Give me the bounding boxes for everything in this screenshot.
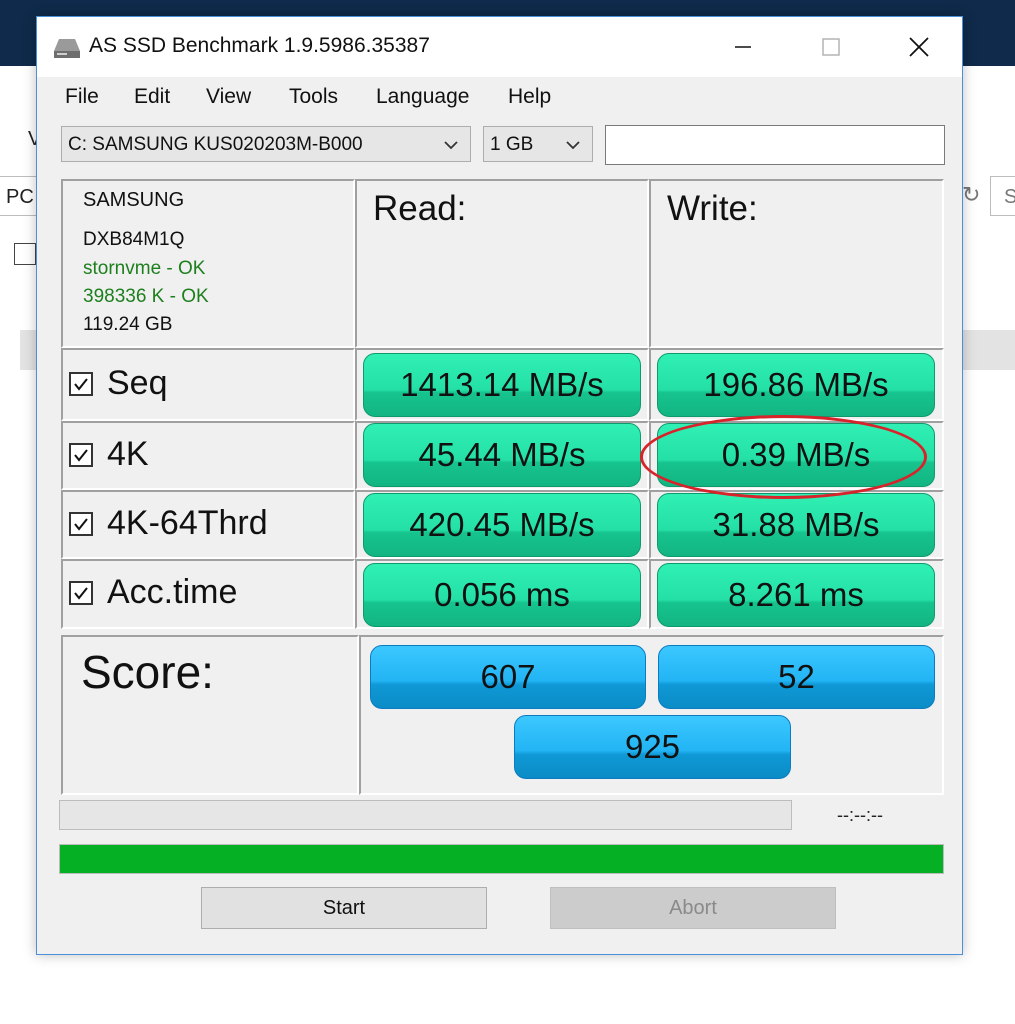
- acctime-write-result: 8.261 ms: [657, 563, 935, 627]
- alignment-status: 398336 K - OK: [83, 286, 209, 307]
- seq-read-result: 1413.14 MB/s: [363, 353, 641, 417]
- write-header-cell: Write:: [649, 179, 944, 348]
- read-header-cell: Read:: [355, 179, 649, 348]
- checkbox[interactable]: [69, 580, 93, 605]
- drive-icon: [54, 39, 80, 58]
- read-column-header: Read:: [373, 189, 467, 228]
- driver-status: stornvme - OK: [83, 258, 206, 279]
- close-icon: [909, 37, 929, 57]
- checkmark-icon: [74, 377, 88, 391]
- maximize-button[interactable]: [787, 17, 875, 77]
- menu-edit[interactable]: Edit: [134, 85, 170, 109]
- checkbox[interactable]: [69, 371, 93, 396]
- close-button[interactable]: [875, 17, 963, 77]
- 4k64-read-result: 420.45 MB/s: [363, 493, 641, 557]
- checkbox[interactable]: [69, 442, 93, 467]
- drive-select[interactable]: C: SAMSUNG KUS020203M-B000: [61, 126, 471, 162]
- results-grid: SAMSUNG DXB84M1Q stornvme - OK 398336 K …: [61, 179, 944, 795]
- score-label-cell: Score:: [61, 635, 359, 795]
- menu-bar: File Edit View Tools Language Help: [37, 77, 962, 121]
- size-select-value: 1 GB: [490, 134, 534, 155]
- size-select[interactable]: 1 GB: [483, 126, 593, 162]
- read-score: 607: [370, 645, 646, 709]
- row-4k-label-cell: 4K: [61, 421, 355, 490]
- chevron-down-icon: [566, 141, 580, 150]
- checkbox[interactable]: [69, 511, 93, 536]
- total-score: 925: [514, 715, 791, 779]
- checkmark-icon: [74, 517, 88, 531]
- elapsed-time: --:--:--: [837, 805, 883, 825]
- overall-progress-fill: [60, 845, 943, 873]
- row-4k64-label-cell: 4K-64Thrd: [61, 490, 355, 559]
- 4k64-write-result: 31.88 MB/s: [657, 493, 935, 557]
- row-seq-label-cell: Seq: [61, 348, 355, 421]
- background-text-pc: PC: [6, 186, 34, 208]
- seq-checkbox[interactable]: Seq: [69, 364, 168, 403]
- title-bar[interactable]: AS SSD Benchmark 1.9.5986.35387: [37, 17, 962, 77]
- row-label: 4K: [107, 435, 149, 473]
- maximize-icon: [822, 38, 840, 56]
- menu-language[interactable]: Language: [376, 85, 469, 109]
- background-row-left: [20, 330, 36, 370]
- text-input[interactable]: [605, 125, 945, 165]
- background-refresh-icon: ↻: [962, 182, 981, 207]
- acctime-read-result: 0.056 ms: [363, 563, 641, 627]
- abort-button[interactable]: Abort: [550, 887, 836, 929]
- menu-file[interactable]: File: [65, 85, 99, 109]
- drive-vendor: SAMSUNG: [83, 189, 185, 211]
- 4k-checkbox[interactable]: 4K: [69, 435, 149, 474]
- as-ssd-window: AS SSD Benchmark 1.9.5986.35387 File Edi…: [36, 16, 963, 955]
- start-button[interactable]: Start: [201, 887, 487, 929]
- drive-firmware: DXB84M1Q: [83, 229, 185, 250]
- acc-time-checkbox[interactable]: Acc.time: [69, 573, 237, 612]
- overall-progress-bar: [59, 844, 944, 874]
- row-acctime-label-cell: Acc.time: [61, 559, 355, 629]
- write-score: 52: [658, 645, 935, 709]
- background-checkbox: [14, 243, 36, 265]
- checkmark-icon: [74, 448, 88, 462]
- 4k-64thrd-checkbox[interactable]: 4K-64Thrd: [69, 504, 268, 543]
- 4k-write-result: 0.39 MB/s: [657, 423, 935, 487]
- drive-info-panel: SAMSUNG DXB84M1Q stornvme - OK 398336 K …: [61, 179, 355, 348]
- minimize-button[interactable]: [699, 17, 787, 77]
- window-title: AS SSD Benchmark 1.9.5986.35387: [89, 34, 430, 57]
- checkmark-icon: [74, 586, 88, 600]
- drive-select-value: C: SAMSUNG KUS020203M-B000: [68, 134, 363, 155]
- score-label: Score:: [81, 646, 214, 698]
- 4k-read-result: 45.44 MB/s: [363, 423, 641, 487]
- test-progress-bar: [59, 800, 792, 830]
- row-label: Seq: [107, 364, 168, 402]
- menu-view[interactable]: View: [206, 85, 251, 109]
- write-column-header: Write:: [667, 189, 758, 228]
- background-text-s: S: [1004, 186, 1015, 208]
- row-label: 4K-64Thrd: [107, 504, 268, 542]
- drive-capacity: 119.24 GB: [83, 314, 173, 335]
- seq-write-result: 196.86 MB/s: [657, 353, 935, 417]
- background-row-right: [962, 330, 1015, 370]
- minimize-icon: [735, 46, 751, 48]
- chevron-down-icon: [444, 141, 458, 150]
- menu-tools[interactable]: Tools: [289, 85, 338, 109]
- row-label: Acc.time: [107, 573, 238, 611]
- menu-help[interactable]: Help: [508, 85, 551, 109]
